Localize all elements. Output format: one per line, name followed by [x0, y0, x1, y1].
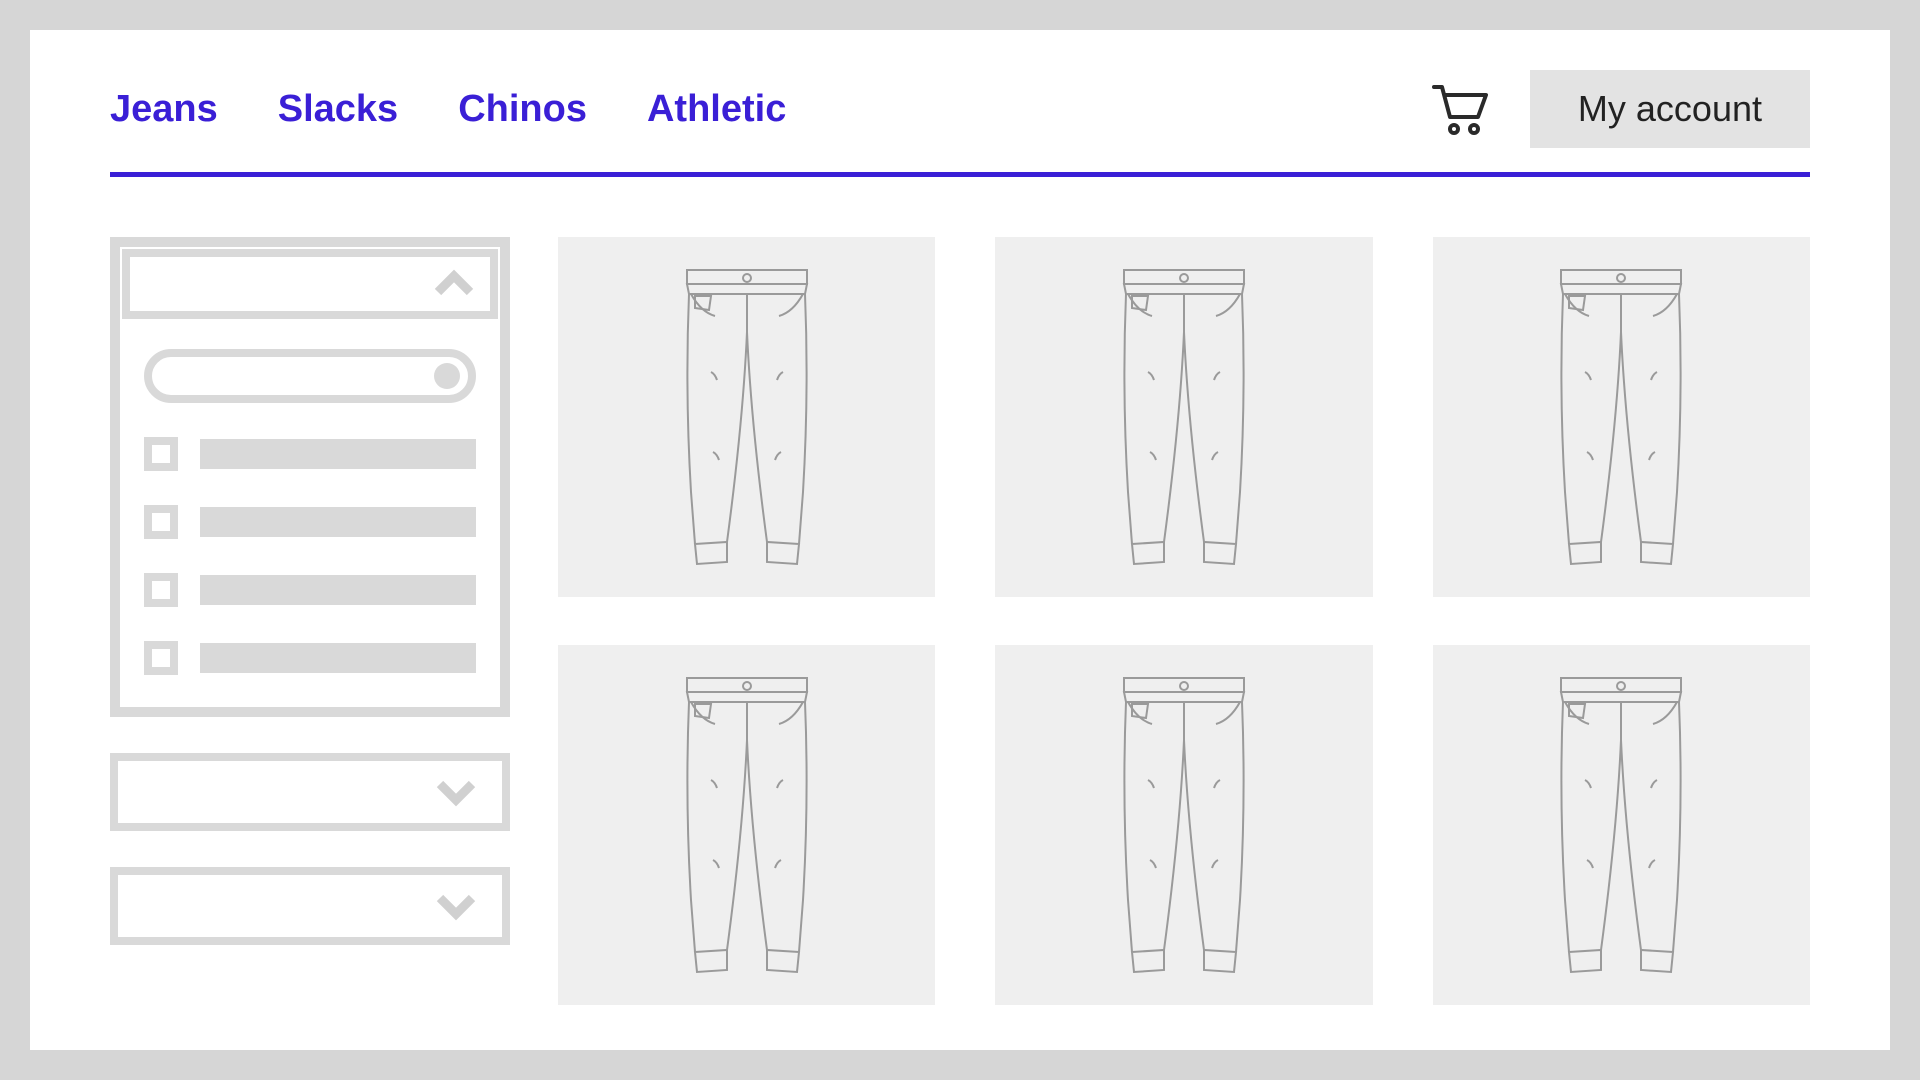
pants-icon — [1531, 262, 1711, 572]
filter-option-label — [200, 439, 476, 469]
filter-option[interactable] — [144, 573, 476, 607]
pants-icon — [657, 262, 837, 572]
pants-icon — [1094, 262, 1274, 572]
category-nav: Jeans Slacks Chinos Athletic — [110, 88, 786, 131]
product-card[interactable] — [1433, 645, 1810, 1005]
header-right: My account — [1430, 70, 1810, 148]
header: Jeans Slacks Chinos Athletic My account — [110, 70, 1810, 177]
filter-option-label — [200, 643, 476, 673]
nav-link-chinos[interactable]: Chinos — [458, 88, 587, 131]
filter-panel-collapsed[interactable] — [110, 867, 510, 945]
filter-panel-expanded — [110, 237, 510, 717]
my-account-button[interactable]: My account — [1530, 70, 1810, 148]
filter-panel-header[interactable] — [126, 253, 494, 315]
pants-icon — [657, 670, 837, 980]
chevron-down-icon — [434, 770, 478, 814]
product-card[interactable] — [558, 237, 935, 597]
filter-panel-collapsed[interactable] — [110, 753, 510, 831]
filter-option-label — [200, 575, 476, 605]
filter-option[interactable] — [144, 641, 476, 675]
cart-icon[interactable] — [1430, 81, 1490, 137]
checkbox[interactable] — [144, 641, 178, 675]
pants-icon — [1531, 670, 1711, 980]
page-container: Jeans Slacks Chinos Athletic My account — [30, 30, 1890, 1050]
chevron-down-icon — [434, 884, 478, 928]
slider-knob[interactable] — [434, 363, 460, 389]
product-card[interactable] — [558, 645, 935, 1005]
product-card[interactable] — [995, 645, 1372, 1005]
product-card[interactable] — [1433, 237, 1810, 597]
product-grid — [558, 237, 1810, 1005]
nav-link-jeans[interactable]: Jeans — [110, 88, 218, 131]
filter-option-label — [200, 507, 476, 537]
filter-sidebar — [110, 237, 510, 1005]
pants-icon — [1094, 670, 1274, 980]
nav-link-athletic[interactable]: Athletic — [647, 88, 786, 131]
checkbox[interactable] — [144, 505, 178, 539]
checkbox[interactable] — [144, 573, 178, 607]
checkbox[interactable] — [144, 437, 178, 471]
filter-panel-body — [120, 321, 500, 707]
range-slider[interactable] — [144, 349, 476, 403]
filter-option[interactable] — [144, 437, 476, 471]
chevron-up-icon — [432, 262, 476, 306]
filter-option[interactable] — [144, 505, 476, 539]
product-card[interactable] — [995, 237, 1372, 597]
nav-link-slacks[interactable]: Slacks — [278, 88, 398, 131]
main-content — [110, 237, 1810, 1005]
